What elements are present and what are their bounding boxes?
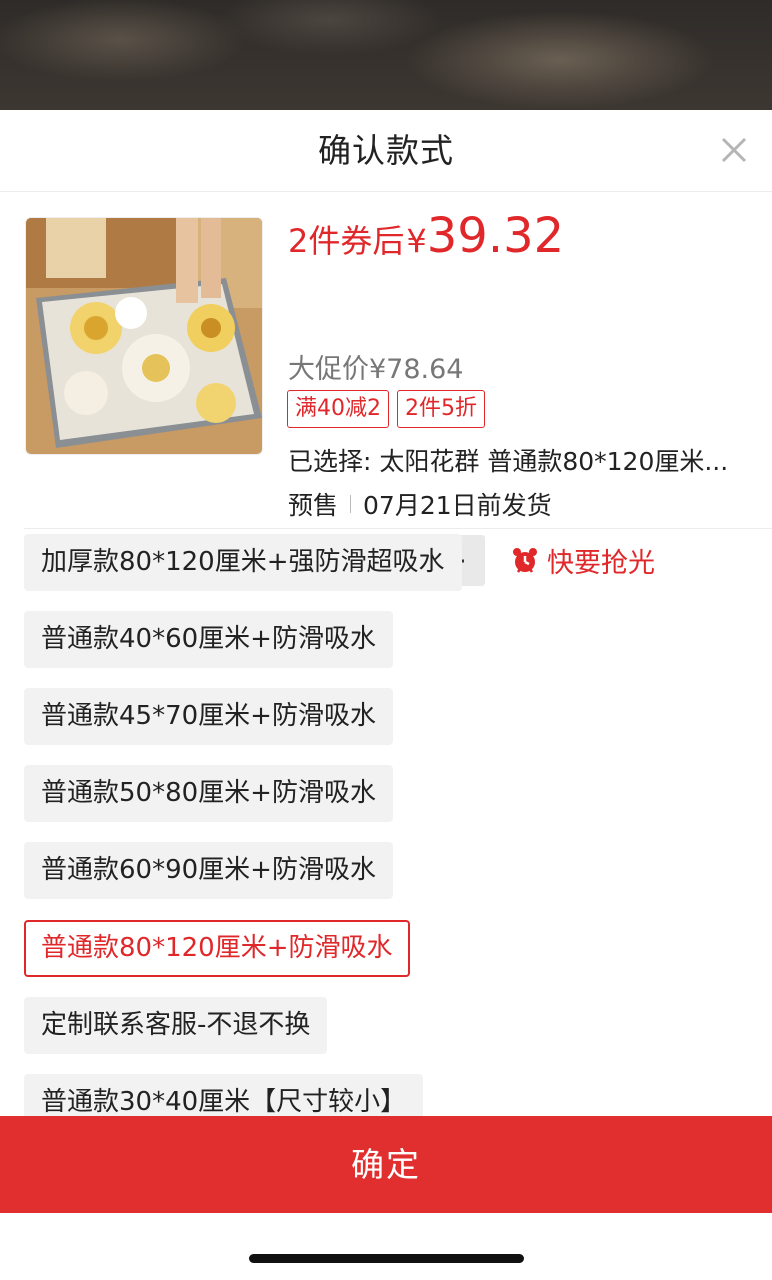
home-indicator[interactable]: [249, 1254, 524, 1263]
close-icon: [721, 137, 747, 163]
presale-label: 预售: [288, 491, 339, 520]
sheet-header: 确认款式: [0, 110, 772, 192]
product-summary: 2件券后¥39.32 大促价¥78.64 满40减2 2件5折 已选择: 太阳花…: [0, 192, 772, 586]
confirm-button[interactable]: 确定: [0, 1116, 772, 1213]
promo-price: 大促价¥78.64: [288, 354, 464, 385]
variant-option[interactable]: 定制联系客服-不退不换: [24, 997, 328, 1054]
promo-tag: 2件5折: [397, 390, 485, 428]
price-prefix: 2件券后: [288, 222, 405, 260]
variant-option[interactable]: 普通款40*60厘米+防滑吸水: [24, 611, 393, 668]
variant-option-selected[interactable]: 普通款80*120厘米+防滑吸水: [24, 920, 410, 977]
close-button[interactable]: [718, 132, 752, 168]
variant-option[interactable]: 普通款30*40厘米【尺寸较小】: [24, 1074, 424, 1116]
divider: [24, 528, 772, 529]
variant-option[interactable]: 普通款45*70厘米+防滑吸水: [24, 688, 393, 745]
coupon-price: 2件券后¥39.32: [288, 208, 564, 264]
divider: [350, 495, 352, 513]
promo-tag: 满40减2: [287, 390, 389, 428]
variant-option[interactable]: 普通款60*90厘米+防滑吸水: [24, 842, 393, 899]
style-picker-sheet: 确认款式 2件券后¥39.32 大促价¥78.64 满40减2 2件5折 已选择…: [0, 110, 772, 1280]
price-currency: ¥: [406, 222, 427, 260]
sheet-title: 确认款式: [318, 131, 454, 170]
promo-tags: 满40减2 2件5折: [287, 390, 485, 428]
shipping-info: 预售 07月21日前发货: [288, 486, 552, 522]
variant-options: 加厚款80*120厘米+强防滑超吸水 普通款40*60厘米+防滑吸水 普通款45…: [24, 534, 764, 1116]
background-product-image: [0, 0, 772, 110]
variant-option[interactable]: 加厚款80*120厘米+强防滑超吸水: [24, 534, 462, 591]
variant-option[interactable]: 普通款50*80厘米+防滑吸水: [24, 765, 393, 822]
ship-date: 07月21日前发货: [363, 491, 552, 520]
selected-variant-text: 已选择: 太阳花群 普通款80*120厘米...: [288, 447, 729, 476]
product-thumbnail[interactable]: [25, 217, 263, 455]
price-value: 39.32: [426, 208, 565, 264]
